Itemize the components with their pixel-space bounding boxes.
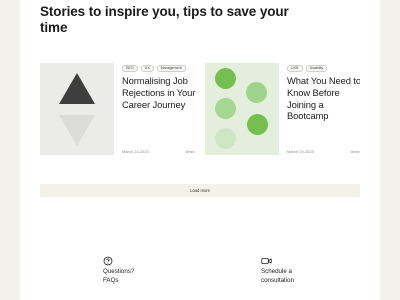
green-dot-shape: [215, 98, 236, 119]
question-circle-icon[interactable]: [103, 256, 113, 266]
article-read-time: 8min: [186, 149, 195, 154]
tag[interactable]: UX: [140, 65, 154, 72]
article-title[interactable]: Normalising Job Rejections in Your Caree…: [122, 75, 200, 110]
schedule-consultation-link[interactable]: Schedule a consultation: [261, 268, 294, 285]
tag[interactable]: UXR: [287, 65, 303, 72]
tag[interactable]: SEO: [122, 65, 138, 72]
article-date: March 24,2023: [122, 149, 149, 154]
schedule-link-line2[interactable]: consultation: [261, 277, 294, 286]
tag[interactable]: Management: [156, 65, 186, 72]
green-dot-shape: [246, 82, 267, 103]
faq-link-line1[interactable]: Questions?: [103, 268, 134, 277]
green-dot-shape: [215, 128, 236, 149]
section-heading: Stories to inspire you, tips to save you…: [40, 4, 289, 35]
triangle-down-shape: [59, 115, 95, 146]
article-title[interactable]: What You Need to Know Before Joining a B…: [287, 75, 360, 122]
article-read-time: 8min: [351, 149, 360, 154]
green-dot-shape: [215, 68, 236, 89]
video-camera-icon[interactable]: [261, 256, 272, 266]
article-date: March 24,2023: [287, 149, 314, 154]
faq-link[interactable]: Questions? FAQs: [103, 268, 134, 285]
article-thumbnail-triangles[interactable]: [40, 63, 114, 155]
triangle-up-shape: [59, 73, 95, 104]
tag-list: UXR Usability: [287, 65, 328, 72]
faq-link-line2[interactable]: FAQs: [103, 277, 134, 286]
tag-list: SEO UX Management: [122, 65, 186, 72]
tag[interactable]: Usability: [305, 65, 328, 72]
schedule-link-line1[interactable]: Schedule a: [261, 268, 294, 277]
article-thumbnail-green-dots[interactable]: [205, 63, 279, 155]
load-more-button[interactable]: Load more: [40, 184, 360, 197]
article-card-job-rejections[interactable]: SEO UX Management Normalising Job Reject…: [40, 63, 200, 155]
green-dot-shape: [247, 114, 268, 135]
article-card-bootcamp[interactable]: UXR Usability What You Need to Know Befo…: [205, 63, 360, 155]
